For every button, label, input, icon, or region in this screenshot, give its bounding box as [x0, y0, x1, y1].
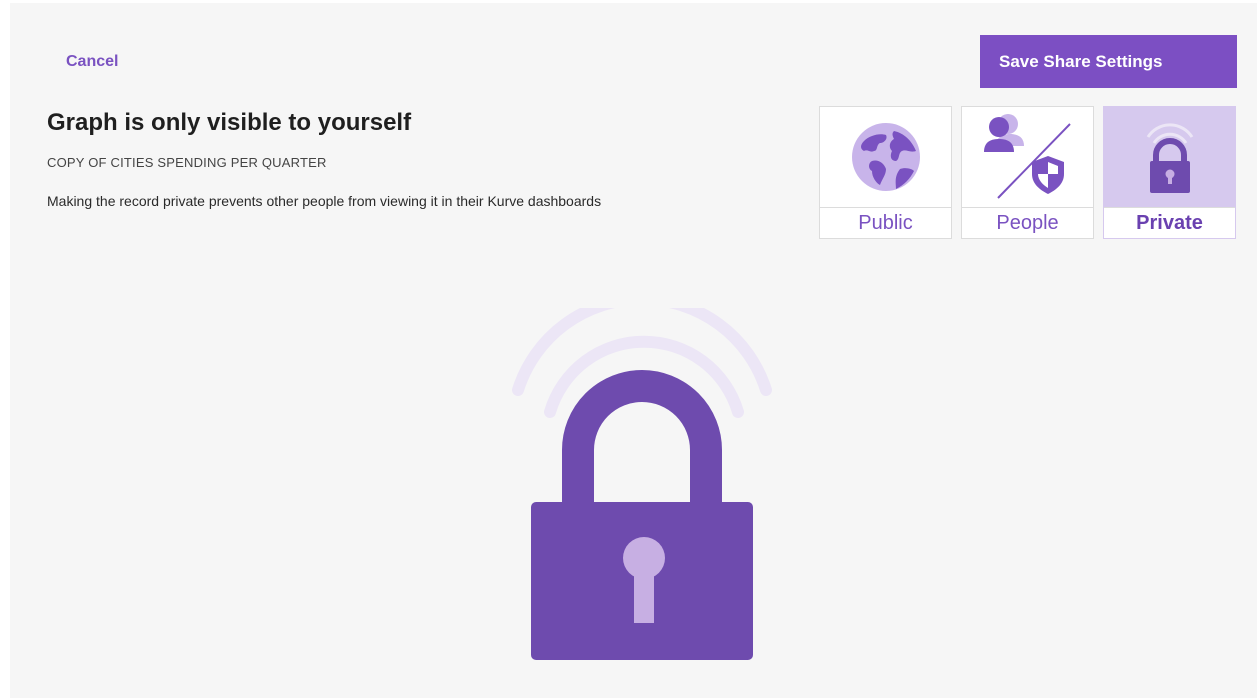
share-option-icon-area [1104, 107, 1235, 207]
share-option-private[interactable]: Private [1103, 106, 1236, 239]
share-option-public[interactable]: Public [819, 106, 952, 239]
share-option-icon-area [820, 107, 951, 207]
share-settings-page: Cancel Save Share Settings Graph is only… [10, 3, 1257, 698]
privacy-description: Making the record private prevents other… [47, 193, 602, 209]
large-lock-icon [512, 293, 772, 660]
globe-icon [851, 123, 920, 191]
share-option-label: Public [820, 207, 951, 238]
share-option-label: Private [1104, 207, 1235, 238]
share-option-group: Public People Private [819, 106, 1236, 239]
cancel-button[interactable]: Cancel [66, 53, 118, 71]
private-lock-illustration [510, 293, 780, 673]
share-option-icon-area [962, 107, 1093, 207]
lock-icon [1146, 123, 1193, 193]
share-option-label: People [962, 207, 1093, 238]
share-option-people[interactable]: People [961, 106, 1094, 239]
page-title: Graph is only visible to yourself [47, 109, 412, 136]
people-shield-icon [983, 114, 1071, 199]
record-name: COPY OF CITIES SPENDING PER QUARTER [47, 155, 327, 170]
save-share-settings-button[interactable]: Save Share Settings [980, 35, 1237, 88]
